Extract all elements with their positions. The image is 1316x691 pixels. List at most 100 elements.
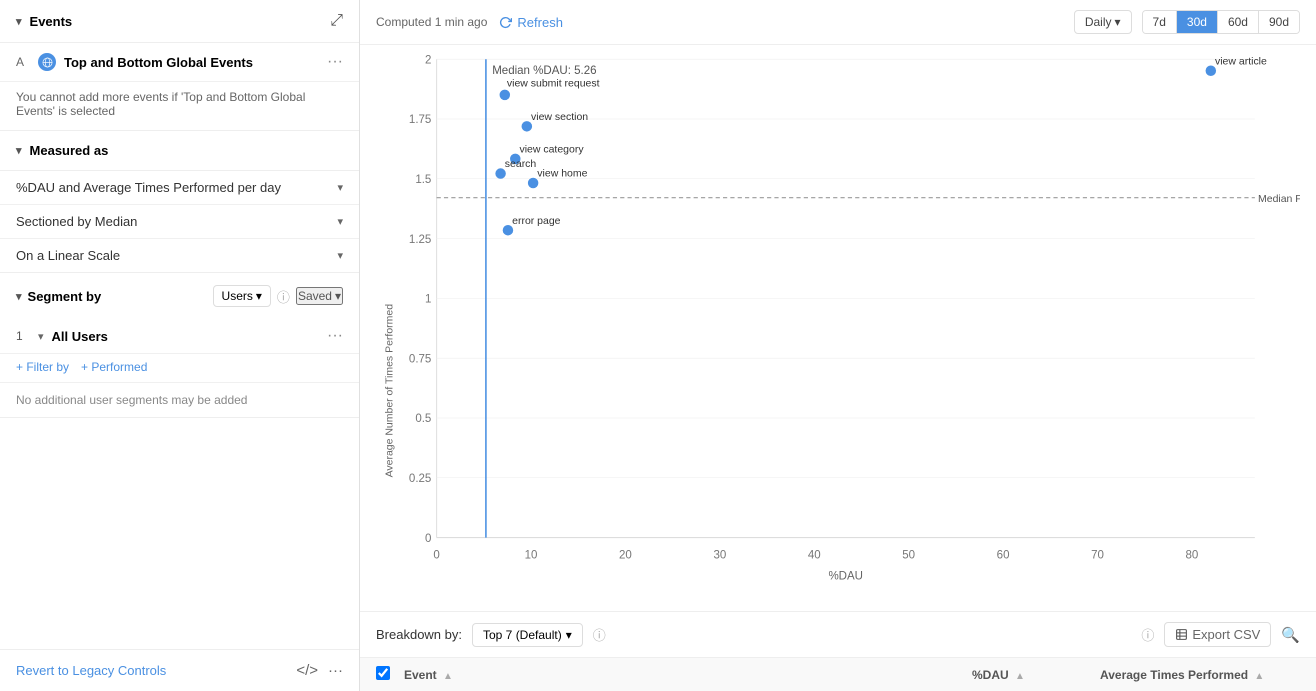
60d-button[interactable]: 60d xyxy=(1218,11,1259,33)
events-section-title: Events xyxy=(30,14,73,29)
table-dau-col: %DAU ▲ xyxy=(972,668,1092,682)
segment-more-icon[interactable]: ··· xyxy=(327,327,343,345)
event-name: Top and Bottom Global Events xyxy=(64,55,319,70)
breakdown-select[interactable]: Top 7 (Default) ▾ xyxy=(472,623,583,647)
segment-title-group: ▾ Segment by xyxy=(16,289,101,304)
search-button[interactable]: 🔍 xyxy=(1281,626,1300,644)
export-csv-button[interactable]: Export CSV xyxy=(1164,622,1271,647)
daily-button[interactable]: Daily ▾ xyxy=(1074,10,1132,34)
dropdown-scale-label: On a Linear Scale xyxy=(16,248,120,263)
globe-icon xyxy=(38,53,56,71)
dropdown-scale[interactable]: On a Linear Scale ▾ xyxy=(0,239,359,272)
measured-section-header[interactable]: ▾ Measured as xyxy=(0,131,359,171)
7d-button[interactable]: 7d xyxy=(1143,11,1177,33)
dropdown-median-chevron: ▾ xyxy=(337,215,343,228)
svg-text:60: 60 xyxy=(997,550,1010,562)
daily-chevron: ▾ xyxy=(1115,15,1121,29)
no-segments-text: No additional user segments may be added xyxy=(0,383,359,417)
median-dau-label: Median %DAU: 5.26 xyxy=(492,65,596,77)
svg-text:search: search xyxy=(505,159,537,170)
breakdown-label: Breakdown by: xyxy=(376,627,462,642)
svg-text:0.5: 0.5 xyxy=(415,413,431,425)
filter-by-button[interactable]: + Filter by xyxy=(16,360,69,374)
breakdown-bar: Breakdown by: Top 7 (Default) ▾ ⓘ ⓘ Expo… xyxy=(360,611,1316,657)
90d-button[interactable]: 90d xyxy=(1259,11,1299,33)
breakdown-info-icon[interactable]: ⓘ xyxy=(593,625,606,644)
breakdown-help-icon[interactable]: ⓘ xyxy=(1141,625,1154,644)
svg-text:0.25: 0.25 xyxy=(409,473,431,485)
svg-text:1.5: 1.5 xyxy=(415,174,431,186)
events-section-title-group: ▾ Events xyxy=(16,14,72,29)
y-axis-label: Average Number of Times Performed xyxy=(385,304,396,478)
left-panel: ▾ Events ⤢ A Top and Bottom Global Event… xyxy=(0,0,360,691)
chart-header: Computed 1 min ago Refresh Daily ▾ 7d 30… xyxy=(360,0,1316,45)
svg-text:70: 70 xyxy=(1091,550,1104,562)
chart-header-left: Computed 1 min ago Refresh xyxy=(376,15,563,30)
time-period-group: 7d 30d 60d 90d xyxy=(1142,10,1300,34)
svg-text:30: 30 xyxy=(713,550,726,562)
table-check-col xyxy=(376,666,396,683)
users-chevron: ▾ xyxy=(256,289,262,303)
segment-name: All Users xyxy=(52,329,319,344)
event-row: A Top and Bottom Global Events ··· xyxy=(0,43,359,82)
share-icon[interactable]: ⤢ xyxy=(330,12,343,30)
events-section-header[interactable]: ▾ Events ⤢ xyxy=(0,0,359,43)
svg-text:2: 2 xyxy=(425,55,431,66)
event-more-icon[interactable]: ··· xyxy=(327,53,343,71)
svg-text:view category: view category xyxy=(519,145,584,156)
segment-section-header: ▾ Segment by Users ▾ ⓘ Saved ▾ xyxy=(0,273,359,319)
dropdown-median-label: Sectioned by Median xyxy=(16,214,137,229)
more-options-button[interactable]: ··· xyxy=(328,662,343,679)
svg-text:view article: view article xyxy=(1215,56,1267,67)
svg-text:view submit request: view submit request xyxy=(507,78,600,89)
x-axis-label: %DAU xyxy=(828,571,863,583)
computed-text: Computed 1 min ago xyxy=(376,15,487,29)
dropdown-dau-chevron: ▾ xyxy=(337,181,343,194)
right-panel: Computed 1 min ago Refresh Daily ▾ 7d 30… xyxy=(360,0,1316,691)
30d-button[interactable]: 30d xyxy=(1177,11,1218,33)
segment-expand-icon[interactable]: ▾ xyxy=(38,330,44,343)
svg-text:40: 40 xyxy=(808,550,821,562)
performed-button[interactable]: + Performed xyxy=(81,360,147,374)
dropdown-dau[interactable]: %DAU and Average Times Performed per day… xyxy=(0,171,359,205)
svg-text:1.25: 1.25 xyxy=(409,234,431,246)
svg-text:20: 20 xyxy=(619,550,632,562)
dau-sort-icon[interactable]: ▲ xyxy=(1015,671,1025,682)
refresh-button[interactable]: Refresh xyxy=(499,15,563,30)
svg-text:10: 10 xyxy=(525,550,538,562)
bottom-icons: </> ··· xyxy=(296,662,343,679)
svg-text:view home: view home xyxy=(537,169,587,180)
svg-text:error page: error page xyxy=(512,216,561,227)
svg-text:1.75: 1.75 xyxy=(409,114,431,126)
event-sort-icon[interactable]: ▲ xyxy=(443,671,453,682)
svg-text:50: 50 xyxy=(902,550,915,562)
segment-section: ▾ Segment by Users ▾ ⓘ Saved ▾ 1 ▾ All U… xyxy=(0,273,359,418)
measured-section: ▾ Measured as %DAU and Average Times Per… xyxy=(0,131,359,273)
table-event-col: Event ▲ xyxy=(404,668,964,682)
revert-link[interactable]: Revert to Legacy Controls xyxy=(16,663,166,678)
chart-area: Average Number of Times Performed 0 0.25… xyxy=(360,45,1316,611)
code-icon-button[interactable]: </> xyxy=(296,662,318,679)
segment-controls: Users ▾ ⓘ Saved ▾ xyxy=(213,285,343,307)
saved-chevron: ▾ xyxy=(335,289,341,303)
segment-collapse-icon[interactable]: ▾ xyxy=(16,290,22,303)
dropdown-dau-label: %DAU and Average Times Performed per day xyxy=(16,180,281,195)
segment-section-title: Segment by xyxy=(28,289,102,304)
user-segment-row: 1 ▾ All Users ··· xyxy=(0,319,359,354)
svg-text:0: 0 xyxy=(433,550,439,562)
measured-collapse-icon: ▾ xyxy=(16,144,22,157)
select-all-checkbox[interactable] xyxy=(376,666,390,680)
saved-button[interactable]: Saved ▾ xyxy=(296,287,343,305)
event-letter: A xyxy=(16,55,30,69)
point-view-submit[interactable] xyxy=(500,90,510,100)
times-sort-icon[interactable]: ▲ xyxy=(1254,671,1264,682)
scatter-chart: Average Number of Times Performed 0 0.25… xyxy=(360,55,1300,611)
dropdown-median[interactable]: Sectioned by Median ▾ xyxy=(0,205,359,239)
users-button[interactable]: Users ▾ xyxy=(213,285,271,307)
measured-title-group: ▾ Measured as xyxy=(16,143,108,158)
segment-info-icon[interactable]: ⓘ xyxy=(277,287,290,306)
breakdown-chevron: ▾ xyxy=(566,628,572,642)
bottom-bar: Revert to Legacy Controls </> ··· xyxy=(0,649,359,691)
svg-text:1: 1 xyxy=(425,294,431,306)
svg-text:0: 0 xyxy=(425,533,431,545)
